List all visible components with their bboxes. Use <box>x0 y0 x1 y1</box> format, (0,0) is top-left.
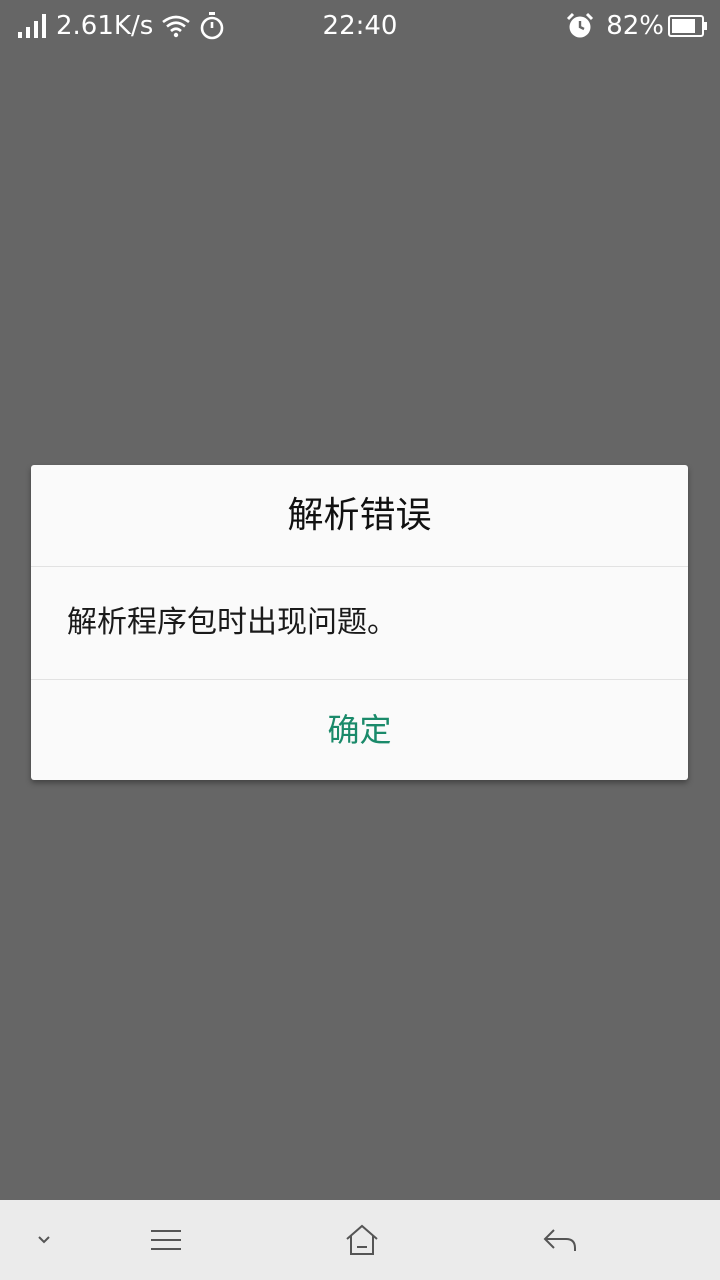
collapse-chevron-icon <box>38 1236 50 1244</box>
battery-percent: 82% <box>606 11 664 41</box>
back-button[interactable] <box>530 1200 590 1280</box>
menu-icon <box>151 1230 181 1250</box>
home-icon <box>346 1224 378 1255</box>
alarm-icon <box>567 12 594 38</box>
navigation-bar <box>0 1200 720 1280</box>
error-dialog: 解析错误 解析程序包时出现问题。 确定 <box>31 465 688 780</box>
collapse-button[interactable] <box>14 1200 74 1280</box>
menu-button[interactable] <box>136 1200 196 1280</box>
status-bar-right: 82% <box>566 10 708 42</box>
screen: 2.61K/s 22:40 82% 解析错误 解析程序包时出现问题。 确定 <box>0 0 720 1280</box>
home-button[interactable] <box>332 1200 392 1280</box>
confirm-button[interactable]: 确定 <box>31 680 688 780</box>
dialog-title: 解析错误 <box>287 495 432 536</box>
back-icon <box>543 1229 576 1251</box>
status-bar: 2.61K/s 22:40 82% <box>0 0 720 52</box>
dialog-message: 解析程序包时出现问题。 <box>67 605 397 640</box>
battery-icon <box>668 15 707 37</box>
